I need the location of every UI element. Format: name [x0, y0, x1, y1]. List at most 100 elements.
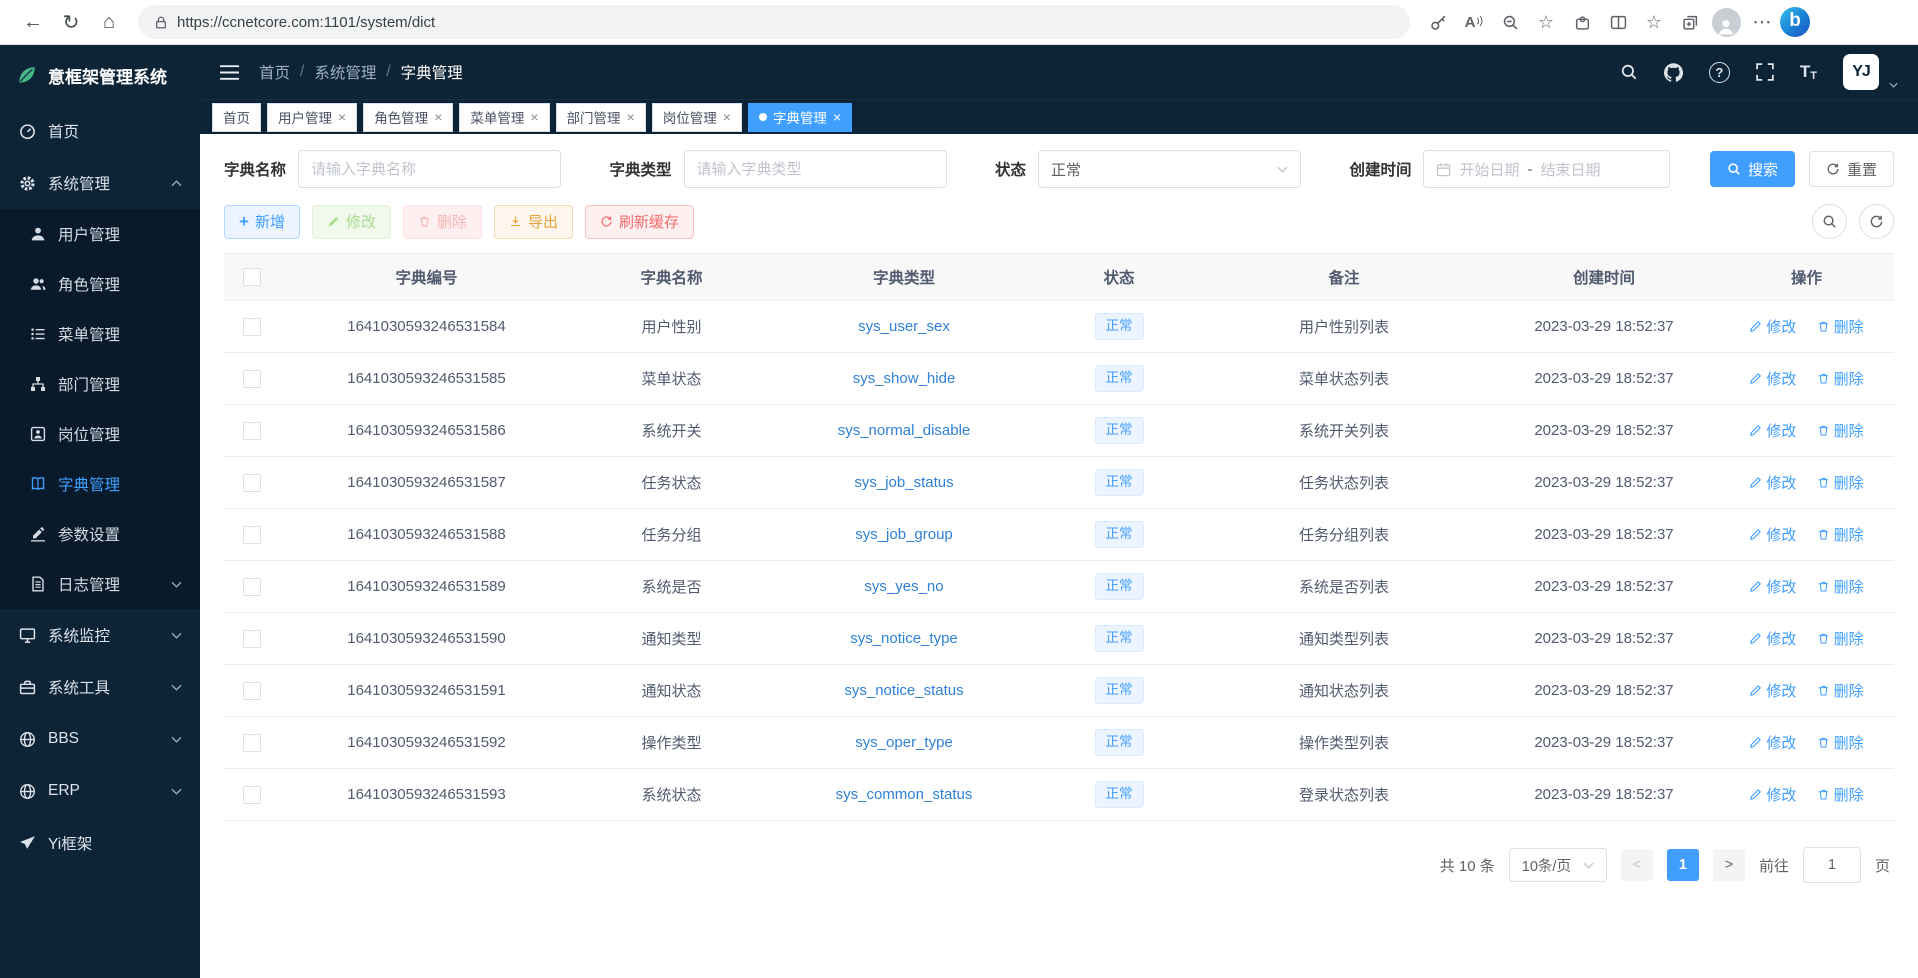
row-checkbox[interactable]: [243, 422, 261, 440]
bing-copilot-button[interactable]: b: [1780, 7, 1810, 37]
prev-page-button[interactable]: <: [1621, 849, 1653, 881]
row-checkbox[interactable]: [243, 682, 261, 700]
edit-row-link[interactable]: 修改: [1749, 784, 1796, 805]
delete-row-link[interactable]: 删除: [1817, 368, 1864, 389]
tab-user-mgmt[interactable]: 用户管理×: [267, 103, 357, 132]
sidebar-item-parameters[interactable]: 参数设置: [0, 509, 200, 559]
page-number-current[interactable]: 1: [1667, 849, 1699, 881]
edit-button[interactable]: 修改: [312, 205, 391, 239]
dict-type-link[interactable]: sys_common_status: [836, 786, 973, 803]
row-checkbox[interactable]: [243, 370, 261, 388]
tab-dict-mgmt-active[interactable]: 字典管理×: [748, 103, 852, 132]
sidebar-item-menus[interactable]: 菜单管理: [0, 309, 200, 359]
help-button[interactable]: ?: [1709, 62, 1730, 83]
delete-row-link[interactable]: 删除: [1817, 628, 1864, 649]
date-range-picker[interactable]: 开始日期 - 结束日期: [1423, 150, 1670, 188]
delete-row-link[interactable]: 删除: [1817, 784, 1864, 805]
dict-type-link[interactable]: sys_user_sex: [858, 318, 950, 335]
sidebar-item-tools[interactable]: 系统工具: [0, 661, 200, 713]
add-button[interactable]: + 新增: [224, 205, 300, 239]
address-bar[interactable]: https://ccnetcore.com:1101/system/dict: [138, 5, 1410, 39]
dict-type-link[interactable]: sys_show_hide: [853, 370, 956, 387]
sidebar-item-dictionary[interactable]: 字典管理: [0, 459, 200, 509]
split-screen-button[interactable]: [1600, 5, 1636, 39]
row-checkbox[interactable]: [243, 786, 261, 804]
dict-name-input[interactable]: [298, 150, 561, 188]
dict-type-link[interactable]: sys_normal_disable: [838, 422, 971, 439]
dict-type-link[interactable]: sys_yes_no: [864, 578, 943, 595]
collections-button[interactable]: [1672, 5, 1708, 39]
toggle-search-button[interactable]: [1812, 204, 1847, 239]
sidebar-item-users[interactable]: 用户管理: [0, 209, 200, 259]
read-aloud-button[interactable]: A: [1456, 5, 1492, 39]
select-all-checkbox[interactable]: [243, 268, 261, 286]
tab-home[interactable]: 首页: [212, 103, 261, 132]
sidebar-item-home[interactable]: 首页: [0, 105, 200, 157]
edit-row-link[interactable]: 修改: [1749, 680, 1796, 701]
edit-row-link[interactable]: 修改: [1749, 368, 1796, 389]
next-page-button[interactable]: >: [1713, 849, 1745, 881]
sidebar-item-posts[interactable]: 岗位管理: [0, 409, 200, 459]
delete-button[interactable]: 删除: [403, 205, 482, 239]
add-favorite-button[interactable]: ☆: [1528, 5, 1564, 39]
browser-home-button[interactable]: ⌂: [90, 4, 128, 40]
breadcrumb-item[interactable]: 首页: [259, 61, 290, 83]
dict-type-link[interactable]: sys_notice_status: [844, 682, 963, 699]
tab-close-icon[interactable]: ×: [338, 110, 346, 124]
tab-post-mgmt[interactable]: 岗位管理×: [652, 103, 742, 132]
row-checkbox[interactable]: [243, 474, 261, 492]
tab-close-icon[interactable]: ×: [530, 110, 538, 124]
tab-role-mgmt[interactable]: 角色管理×: [363, 103, 453, 132]
tab-menu-mgmt[interactable]: 菜单管理×: [459, 103, 549, 132]
delete-row-link[interactable]: 删除: [1817, 524, 1864, 545]
sidebar-item-departments[interactable]: 部门管理: [0, 359, 200, 409]
browser-refresh-button[interactable]: ↻: [52, 4, 90, 40]
sidebar-item-erp[interactable]: ERP: [0, 765, 200, 817]
browser-back-button[interactable]: ←: [14, 4, 52, 40]
fullscreen-button[interactable]: [1756, 63, 1774, 81]
breadcrumb-item[interactable]: 系统管理: [314, 61, 376, 83]
dict-type-link[interactable]: sys_notice_type: [850, 630, 958, 647]
github-button[interactable]: [1664, 63, 1683, 82]
favorites-button[interactable]: ☆: [1636, 5, 1672, 39]
row-checkbox[interactable]: [243, 318, 261, 336]
row-checkbox[interactable]: [243, 734, 261, 752]
refresh-table-button[interactable]: [1859, 204, 1894, 239]
dict-type-link[interactable]: sys_job_status: [854, 474, 953, 491]
sidebar-item-system[interactable]: 系统管理: [0, 157, 200, 209]
edit-row-link[interactable]: 修改: [1749, 524, 1796, 545]
goto-page-input[interactable]: [1803, 847, 1861, 883]
edit-row-link[interactable]: 修改: [1749, 472, 1796, 493]
delete-row-link[interactable]: 删除: [1817, 576, 1864, 597]
tab-close-icon[interactable]: ×: [723, 110, 731, 124]
page-size-select[interactable]: 10条/页: [1509, 848, 1607, 882]
edit-row-link[interactable]: 修改: [1749, 732, 1796, 753]
delete-row-link[interactable]: 删除: [1817, 316, 1864, 337]
tab-close-icon[interactable]: ×: [434, 110, 442, 124]
reset-button[interactable]: 重置: [1809, 151, 1894, 187]
dict-type-link[interactable]: sys_job_group: [855, 526, 953, 543]
edit-row-link[interactable]: 修改: [1749, 420, 1796, 441]
profile-button[interactable]: [1708, 5, 1744, 39]
delete-row-link[interactable]: 删除: [1817, 680, 1864, 701]
sidebar-item-monitoring[interactable]: 系统监控: [0, 609, 200, 661]
row-checkbox[interactable]: [243, 578, 261, 596]
search-button[interactable]: 搜索: [1710, 151, 1795, 187]
sidebar-toggle-button[interactable]: [220, 65, 239, 80]
tab-dept-mgmt[interactable]: 部门管理×: [556, 103, 646, 132]
status-select[interactable]: 正常: [1038, 150, 1301, 188]
edit-row-link[interactable]: 修改: [1749, 316, 1796, 337]
delete-row-link[interactable]: 删除: [1817, 732, 1864, 753]
header-search-button[interactable]: [1620, 63, 1638, 81]
sidebar-item-bbs[interactable]: BBS: [0, 713, 200, 765]
row-checkbox[interactable]: [243, 526, 261, 544]
app-logo[interactable]: 意框架管理系统: [0, 45, 200, 105]
browser-menu-button[interactable]: ⋯: [1744, 5, 1780, 39]
sidebar-item-yi-framework[interactable]: Yi框架: [0, 817, 200, 869]
delete-row-link[interactable]: 删除: [1817, 420, 1864, 441]
edit-row-link[interactable]: 修改: [1749, 576, 1796, 597]
sidebar-item-logs[interactable]: 日志管理: [0, 559, 200, 609]
user-menu[interactable]: YJ: [1843, 54, 1879, 90]
edit-row-link[interactable]: 修改: [1749, 628, 1796, 649]
font-size-button[interactable]: TT: [1800, 62, 1817, 82]
